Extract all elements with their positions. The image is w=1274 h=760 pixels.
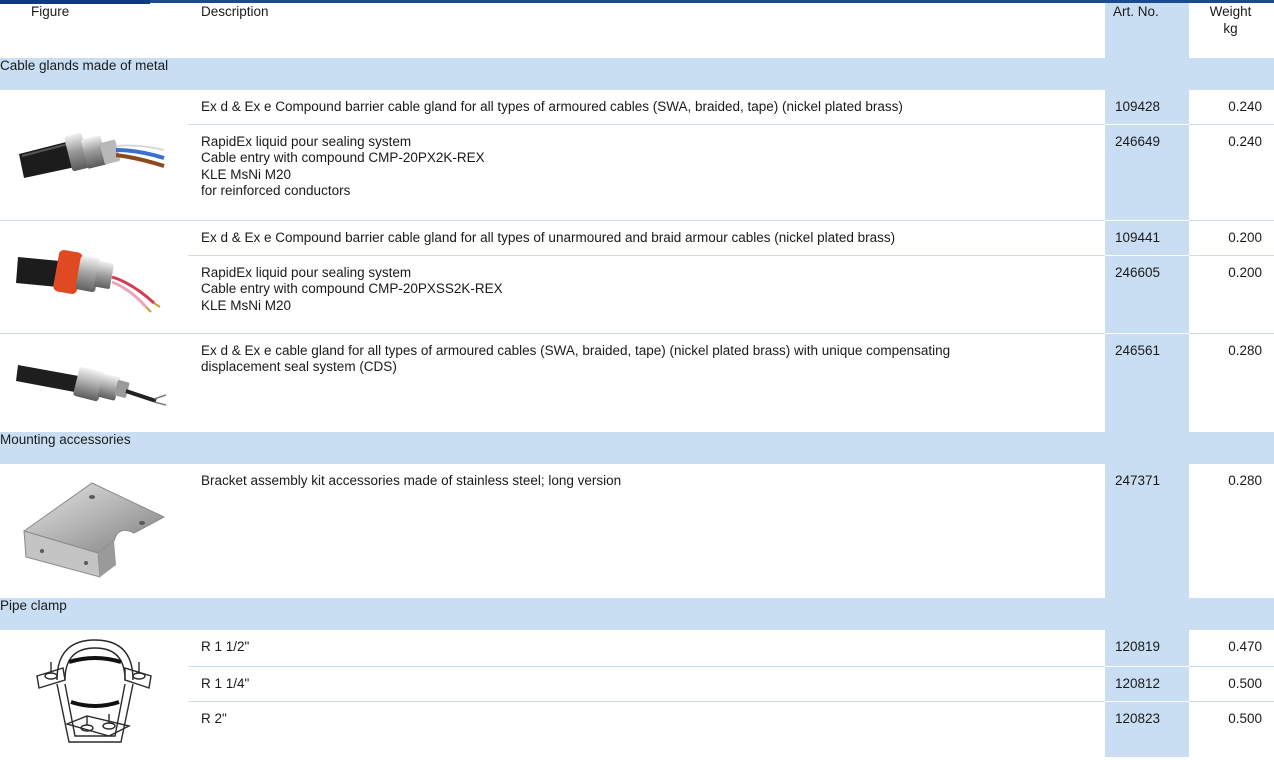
table-row: Ex d & Ex e cable gland for all types of… — [0, 333, 1274, 432]
item-description: R 1 1/2" — [188, 630, 1105, 667]
pipe-clamp-image — [36, 638, 152, 743]
item-description: R 2" — [201, 710, 227, 726]
item-weight: 0.200 — [1189, 220, 1274, 256]
product-figure-cell — [0, 333, 188, 432]
section-title: Cable glands made of metal — [0, 58, 1274, 90]
table-row: Ex d & Ex e Compound barrier cable gland… — [0, 220, 1274, 334]
article-number: 120819 — [1105, 630, 1189, 667]
item-description: Bracket assembly kit accessories made of… — [201, 473, 622, 488]
section-title: Pipe clamp — [0, 598, 1274, 630]
item-description: R 1 1/4" — [188, 666, 1105, 702]
column-header-figure: Figure — [31, 4, 70, 19]
article-number: 109441 — [1105, 220, 1189, 256]
table-row: R 2" 120823 0.500 — [0, 701, 1274, 757]
item-weight: 0.240 — [1189, 124, 1274, 221]
table-header-row: Figure Description Art. No. Weight kg — [0, 3, 1274, 58]
item-weight: 0.280 — [1228, 342, 1262, 358]
weight-header-unit: kg — [1223, 21, 1238, 36]
column-header-weight: Weight kg — [1189, 3, 1274, 58]
column-header-description: Description — [201, 4, 269, 19]
section-row-cable-glands: Cable glands made of metal — [0, 58, 1274, 90]
section-row-pipe-clamp: Pipe clamp — [0, 598, 1274, 630]
armoured-cable-gland-image — [19, 132, 165, 178]
item-weight: 0.280 — [1228, 473, 1262, 488]
article-number: 246561 — [1105, 333, 1189, 432]
unarmoured-cable-gland-image — [16, 249, 161, 313]
product-table: Figure Description Art. No. Weight kg Ca… — [0, 3, 1274, 757]
section-row-mounting-accessories: Mounting accessories — [0, 432, 1274, 464]
column-header-art-no: Art. No. — [1105, 3, 1189, 58]
article-number: 120823 — [1105, 701, 1189, 757]
weight-header-label: Weight — [1209, 4, 1252, 19]
table-row: RapidEx liquid pour sealing system Cable… — [0, 255, 1274, 334]
item-description: RapidEx liquid pour sealing system Cable… — [188, 255, 1105, 334]
table-row: R 1 1/4" 120812 0.500 — [0, 666, 1274, 702]
item-weight: 0.200 — [1189, 255, 1274, 334]
table-row: Ex d & Ex e Compound barrier cable gland… — [0, 90, 1274, 221]
product-figure-cell — [0, 464, 188, 598]
item-weight: 0.500 — [1228, 710, 1262, 726]
item-weight: 0.470 — [1189, 630, 1274, 667]
section-title: Mounting accessories — [0, 432, 1274, 464]
article-number: 109428 — [1105, 90, 1189, 125]
table-row: R 1 1/2" 120819 0.470 — [0, 630, 1274, 743]
table-row: RapidEx liquid pour sealing system Cable… — [0, 124, 1274, 221]
item-description: Ex d & Ex e cable gland for all types of… — [201, 342, 951, 375]
product-figure-cell — [0, 220, 188, 334]
cds-cable-gland-image — [16, 364, 167, 406]
table-row: Bracket assembly kit accessories made of… — [0, 464, 1274, 598]
article-number: 247371 — [1105, 464, 1189, 598]
item-description: Ex d & Ex e Compound barrier cable gland… — [188, 220, 1105, 256]
article-number: 246605 — [1105, 255, 1189, 334]
item-weight: 0.240 — [1189, 90, 1274, 125]
product-figure-cell — [0, 90, 188, 221]
item-description: RapidEx liquid pour sealing system Cable… — [188, 124, 1105, 221]
bracket-assembly-image — [22, 481, 166, 578]
item-weight: 0.500 — [1189, 666, 1274, 702]
product-figure-cell — [0, 630, 188, 757]
article-number: 120812 — [1105, 666, 1189, 702]
item-description: Ex d & Ex e Compound barrier cable gland… — [188, 90, 1105, 125]
article-number: 246649 — [1105, 124, 1189, 221]
